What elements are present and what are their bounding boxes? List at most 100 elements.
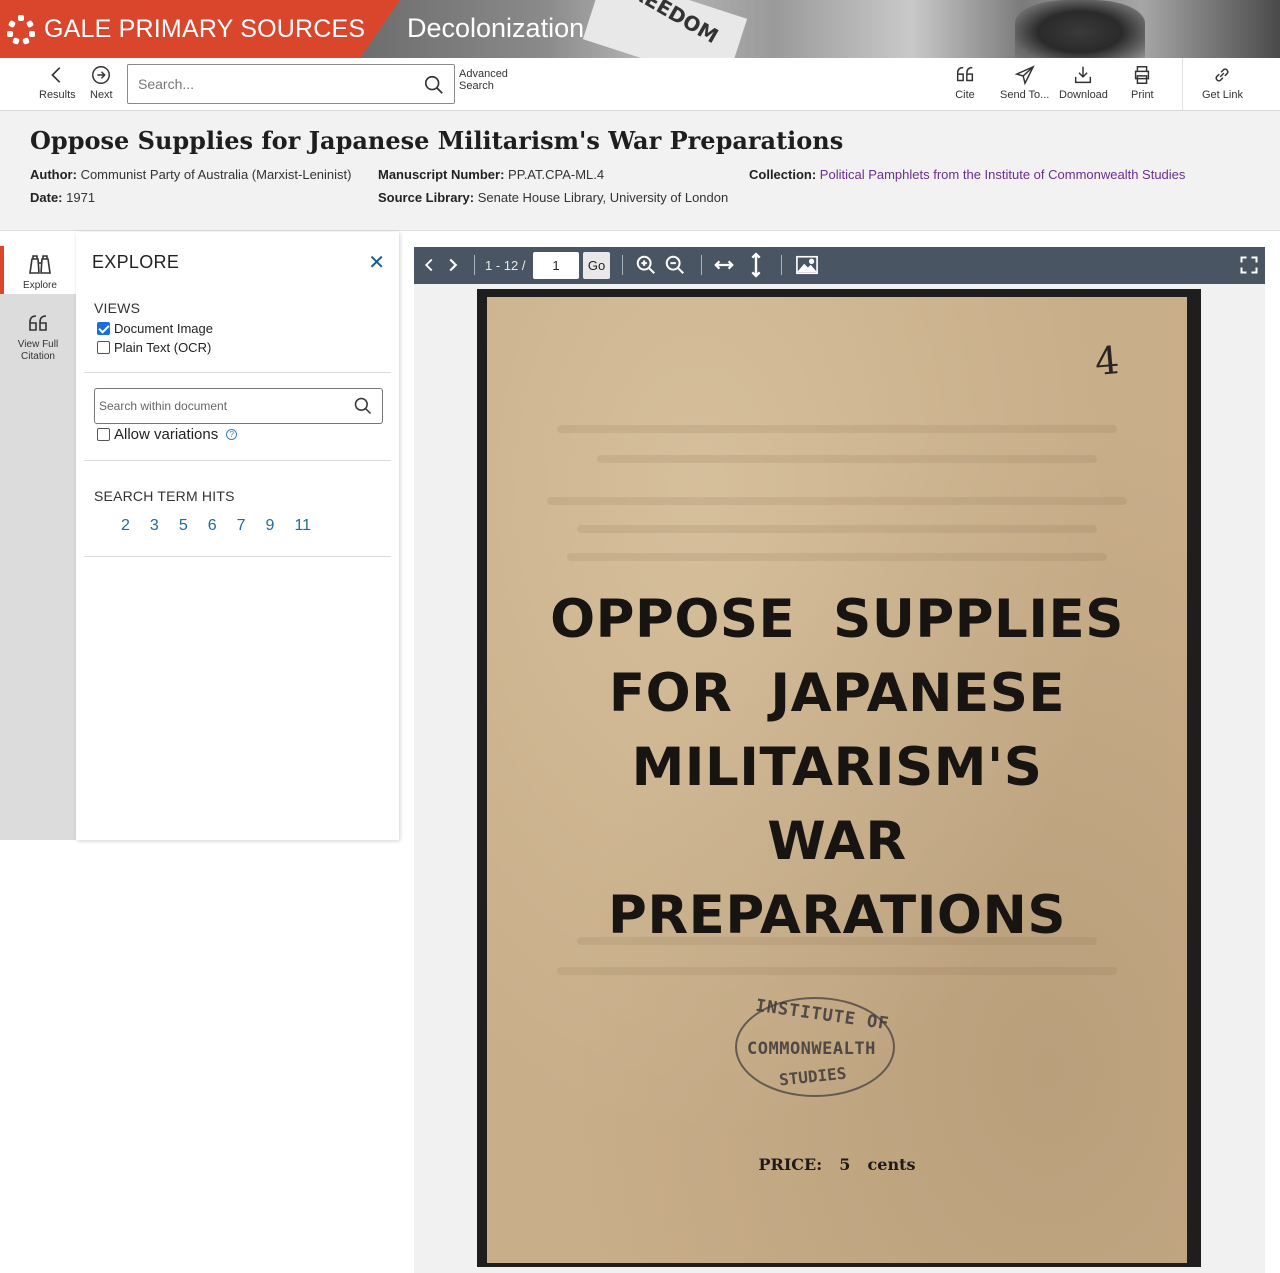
bleed-through-text [557,967,1117,975]
gale-logo-icon [6,14,36,45]
source-library-label: Source Library: [378,190,475,205]
chevron-right-icon [449,258,458,272]
stamp-line: STUDIES [778,1063,848,1090]
search-within-input[interactable] [95,389,340,423]
cover-title-line: WAR [767,811,907,872]
document-page-image[interactable]: 4 OPPOSE SUPPLIES FOR JAPANESE MILITARIS… [477,289,1201,1267]
collection-title[interactable]: Decolonization [407,13,584,44]
section-divider [84,556,391,557]
viewer-toolbar: 1 - 12 / Go [414,247,1265,284]
fit-width-button[interactable] [713,254,735,281]
page-number-input[interactable] [533,252,579,279]
hit-page-link[interactable]: 6 [208,517,217,535]
chevron-left-icon [424,258,433,272]
zoom-out-button[interactable] [664,254,686,281]
document-title: Oppose Supplies for Japanese Militarism'… [30,126,844,155]
close-icon[interactable]: ✕ [368,250,385,275]
next-page-button[interactable] [442,254,464,281]
date-label: Date: [30,190,63,205]
hit-page-link[interactable]: 9 [266,517,275,535]
results-label: Results [39,89,76,101]
plain-text-checkbox[interactable] [97,341,110,354]
document-image-checkbox[interactable] [97,322,110,335]
quote-icon [29,315,47,331]
collection-label: Collection: [749,167,817,182]
fullscreen-button[interactable] [1239,255,1259,280]
advanced-search-line2: Search [459,80,494,92]
brand-name: GALE PRIMARY SOURCES [44,14,366,43]
bleed-through-text [597,455,1097,463]
cite-button[interactable]: Cite [954,64,976,101]
handwritten-page-number: 4 [1093,338,1122,384]
explore-heading: EXPLORE [92,252,180,272]
chevron-left-icon [51,67,61,83]
search-icon[interactable] [423,74,445,96]
allow-variations-checkbox[interactable] [97,428,110,441]
get-link-button[interactable]: Get Link [1202,64,1243,101]
manuscript-label: Manuscript Number: [378,167,505,182]
viewer-divider [781,255,782,275]
stamp-line: INSTITUTE OF [754,995,891,1035]
help-icon[interactable]: ? [226,429,238,440]
hit-page-link[interactable]: 5 [179,517,188,535]
hit-page-link[interactable]: 7 [237,517,246,535]
search-input[interactable] [128,65,408,103]
print-button[interactable]: Print [1131,64,1154,101]
document-header: Oppose Supplies for Japanese Militarism'… [0,111,1280,231]
search-icon[interactable] [353,396,373,416]
printer-icon [1135,66,1150,84]
source-library-value: Senate House Library, University of Lond… [477,190,729,205]
views-label: VIEWS [94,300,141,316]
results-button[interactable]: Results [39,64,76,101]
bleed-through-text [567,553,1107,561]
search-within-box [94,388,383,424]
rail-explore-label: Explore [23,280,57,291]
cover-title-line: FOR JAPANESE [608,663,1066,724]
previous-page-button[interactable] [418,254,440,281]
rail-tab-citation[interactable]: View Full Citation [0,312,76,363]
toolbar: Results Next Advanced Search Cite Send T… [0,58,1280,111]
cover-title: OPPOSE SUPPLIES FOR JAPANESE MILITARISM'… [487,583,1187,953]
zoom-in-icon [636,255,655,274]
cover-title-line: OPPOSE SUPPLIES [550,589,1124,650]
view-option-plain-text[interactable]: Plain Text (OCR) [97,340,211,355]
fit-height-icon [751,252,761,278]
brand-logo-link[interactable]: GALE PRIMARY SOURCES [0,0,400,58]
section-divider [84,372,391,373]
rail-tab-explore[interactable]: Explore [0,246,76,294]
pamphlet-cover: 4 OPPOSE SUPPLIES FOR JAPANESE MILITARIS… [487,297,1187,1263]
print-label: Print [1131,89,1154,101]
manuscript-field: Manuscript Number: PP.AT.CPA-ML.4 [378,167,604,182]
go-button[interactable]: Go [583,252,610,279]
bleed-through-text [577,525,1097,533]
date-value: 1971 [66,190,96,205]
viewer-divider [622,255,623,275]
bleed-through-text [557,425,1117,433]
document-image-label: Document Image [114,321,213,336]
zoom-out-icon [665,255,684,274]
image-tools-button[interactable] [794,254,820,281]
author-value: Communist Party of Australia (Marxist-Le… [80,167,352,182]
manuscript-value: PP.AT.CPA-ML.4 [508,167,605,182]
link-icon [1215,68,1229,82]
rail-citation-line1: View Full [17,339,59,350]
hit-page-link[interactable]: 3 [150,517,159,535]
next-button[interactable]: Next [90,64,113,101]
collection-link[interactable]: Political Pamphlets from the Institute o… [820,167,1186,182]
date-field: Date: 1971 [30,190,95,205]
hit-page-link[interactable]: 11 [294,517,311,535]
zoom-in-button[interactable] [635,254,657,281]
send-to-button[interactable]: Send To... [1000,64,1049,101]
toolbar-divider [1182,58,1183,110]
allow-variations-option[interactable]: Allow variations ? [97,426,238,443]
hit-page-link[interactable]: 2 [121,517,130,535]
download-button[interactable]: Download [1059,64,1108,101]
view-option-document-image[interactable]: Document Image [97,321,213,336]
cover-title-line: MILITARISM'S [631,737,1043,798]
search-term-hits-label: SEARCH TERM HITS [94,488,235,504]
quote-icon [956,66,974,82]
fit-height-button[interactable] [745,251,767,284]
section-divider [84,460,391,461]
header-banner: FREEDOM GALE PRIMARY SOURCES Decolonizat… [0,0,1280,58]
advanced-search-link[interactable]: Advanced Search [459,68,519,92]
